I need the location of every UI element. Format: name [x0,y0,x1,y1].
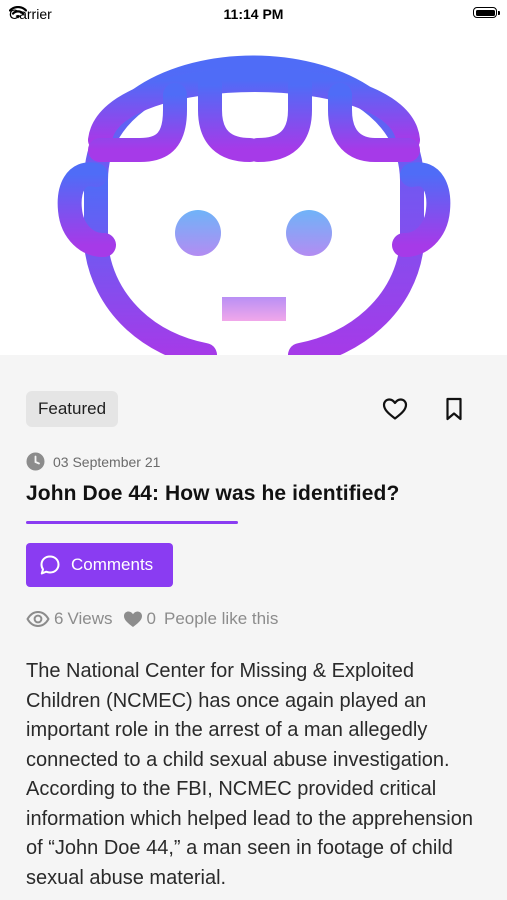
featured-tag: Featured [26,391,119,427]
article-content: Featured 03 September 21 John Doe 44: Ho… [0,355,507,900]
bookmark-button[interactable] [440,393,468,425]
likes-label: People like this [163,609,279,628]
publish-date: 03 September 21 [26,452,160,471]
heart-outline-icon [382,398,408,420]
article-title: John Doe 44: How was he identified? [26,482,400,505]
face-avatar-icon [57,55,451,355]
views-stat: 6 Views [26,609,113,629]
eye-icon [26,611,50,627]
comment-bubble-icon [40,555,60,575]
views-label: Views [67,609,113,628]
like-button[interactable] [381,393,409,425]
title-underline [26,521,238,524]
status-bar: Carrier 11:14 PM [0,0,507,28]
article-body: The National Center for Missing & Exploi… [26,660,473,889]
comments-label: Comments [71,555,154,574]
status-time: 11:14 PM [223,6,284,22]
views-count: 6 [54,609,64,628]
comments-button[interactable]: Comments [26,543,173,587]
likes-stat: 0 People like this [123,609,279,629]
clock-icon [26,452,45,471]
bookmark-icon [446,397,462,421]
heart-filled-icon [123,611,142,627]
hero-image: Carrier 11:14 PM [0,0,507,355]
likes-count: 0 [146,609,156,628]
battery-icon [473,7,500,18]
stats-row: 6 Views 0 People like this [26,609,278,629]
date-text: 03 September 21 [53,453,161,470]
